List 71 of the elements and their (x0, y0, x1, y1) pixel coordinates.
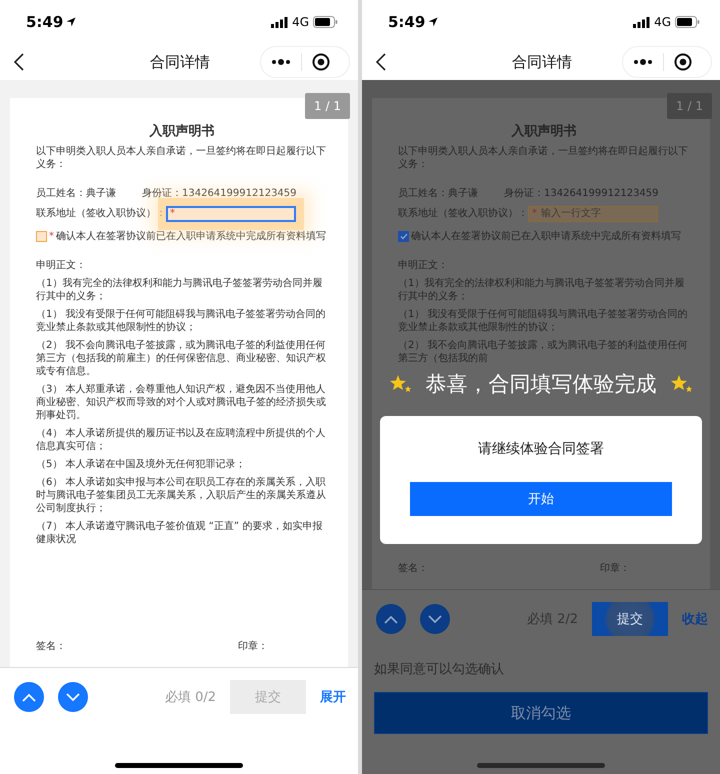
seal-label: 印章： (238, 640, 268, 653)
stars-icon (390, 375, 412, 393)
page-title: 合同详情 (512, 52, 572, 72)
seal-label: 印章： (600, 562, 630, 575)
chevron-down-icon (428, 614, 442, 624)
address-field[interactable] (166, 206, 296, 222)
status-time: 5:49 (388, 13, 426, 31)
battery-icon (675, 16, 700, 28)
required-mark: * (170, 206, 175, 220)
signature-label: 签名： (36, 640, 66, 653)
page-indicator: 1 / 1 (667, 93, 712, 119)
confirm-checkbox[interactable] (398, 230, 409, 242)
chevron-down-icon (66, 692, 80, 702)
signal-icon (633, 16, 650, 28)
document-title: 入职声明书 (510, 124, 578, 141)
confirm-label: 确认本人在签署协议前已在入职申请系统中完成所有资料填写 (56, 230, 326, 243)
page-indicator: 1 / 1 (305, 93, 350, 119)
confirm-checkbox[interactable] (36, 230, 47, 242)
congrats-text: 恭喜，合同填写体验完成 (426, 371, 656, 398)
next-button[interactable] (58, 682, 88, 712)
document-intro: 以下申明类入职人员本人亲自承诺，一旦签约将在即日起履行以下义务： (36, 144, 327, 171)
signature-label: 签名： (398, 562, 428, 575)
next-button[interactable] (420, 604, 450, 634)
uncheck-button[interactable]: 取消勾选 (374, 692, 708, 734)
toggle-link[interactable]: 展开 (320, 688, 346, 706)
employee-name: 员工姓名：典子谦 (398, 186, 478, 200)
chevron-up-icon (384, 614, 398, 624)
id-number: 身份证：134264199912123459 (142, 186, 297, 200)
required-mark: * (49, 230, 54, 243)
stars-icon (670, 375, 692, 393)
network-label: 4G (654, 15, 671, 29)
required-count: 必填 0/2 (164, 689, 216, 706)
document-intro: 以下申明类入职人员本人亲自承诺，一旦签约将在即日起履行以下义务： (398, 144, 689, 171)
clause-text: （2） 我不会向腾讯电子签披露，或为腾讯电子签的利益使用任何第三方（包括我的前 (398, 338, 689, 365)
clause-text: （1）我有完全的法律权利和能力与腾讯电子签签署劳动合同并履行其中的义务； (36, 276, 324, 303)
submit-button[interactable]: 提交 (592, 602, 668, 636)
document-title: 入职声明书 (148, 124, 216, 141)
address-label: 联系地址（签收入职协议）： (398, 207, 528, 220)
clause-text: （6） 本人承诺如实申报与本公司在职员工存在的亲属关系，入职时与腾讯电子签集团员工无亲属关系，入职后产生的亲属关系遵从公司制度执行； (36, 476, 327, 515)
network-label: 4G (292, 15, 309, 29)
clause-text: （4） 本人承诺所提供的履历证书以及在应聘流程中所提供的个人信息真实可信； (36, 426, 327, 453)
location-icon (66, 17, 76, 27)
clause-text: （3） 本人郑重承诺，会尊重他人知识产权，避免因不当使用他人商业秘密、知识产权而导致的对个人或对腾讯电子签的经济损失或刑事处罚。 (36, 382, 327, 422)
chevron-up-icon (22, 692, 36, 702)
id-number: 身份证：134264199912123459 (504, 186, 659, 200)
body-heading: 申明正文： (36, 258, 87, 272)
location-icon (428, 17, 438, 27)
clause-text: （7） 本人承诺遵守腾讯电子签价值观 “正直” 的要求，如实申报健康状况 (36, 520, 324, 546)
more-icon[interactable] (271, 59, 291, 65)
clause-text: （5） 本人承诺在中国及境外无任何犯罪记录； (36, 458, 247, 471)
clause-text: （1） 我没有受限于任何可能阻碍我与腾讯电子签签署劳动合同的竞业禁止条款或其他限制性的协议； (36, 308, 327, 334)
previous-button[interactable] (376, 604, 406, 634)
address-label: 联系地址（签收入职协议）： (36, 207, 166, 220)
back-icon (14, 53, 24, 71)
signal-icon (271, 16, 288, 28)
back-icon (376, 53, 386, 71)
previous-button[interactable] (14, 682, 44, 712)
confirm-label: 确认本人在签署协议前已在入职申请系统中完成所有资料填写 (411, 230, 681, 243)
required-mark: * (532, 206, 537, 220)
agreement-hint: 如果同意可以勾选确认 (373, 661, 505, 678)
page-title: 合同详情 (150, 52, 210, 72)
status-time: 5:49 (26, 13, 64, 31)
clause-text: （1） 我没有受限于任何可能阻碍我与腾讯电子签签署劳动合同的竞业禁止条款或其他限制性的协议； (398, 308, 689, 334)
employee-name: 员工姓名：典子谦 (36, 186, 116, 200)
clause-text: （1）我有完全的法律权利和能力与腾讯电子签签署劳动合同并履行其中的义务； (398, 276, 686, 303)
more-icon[interactable] (633, 59, 653, 65)
clause-text: （2） 我不会向腾讯电子签披露，或为腾讯电子签的利益使用任何第三方（包括我的前雇主）的任何保密信息、商业秘密、知识产权或专有信息。 (36, 338, 327, 378)
battery-icon (313, 16, 338, 28)
start-button[interactable]: 开始 (410, 482, 672, 516)
body-heading: 申明正文： (398, 258, 449, 272)
dialog-message: 请继续体验合同签署 (478, 440, 604, 458)
